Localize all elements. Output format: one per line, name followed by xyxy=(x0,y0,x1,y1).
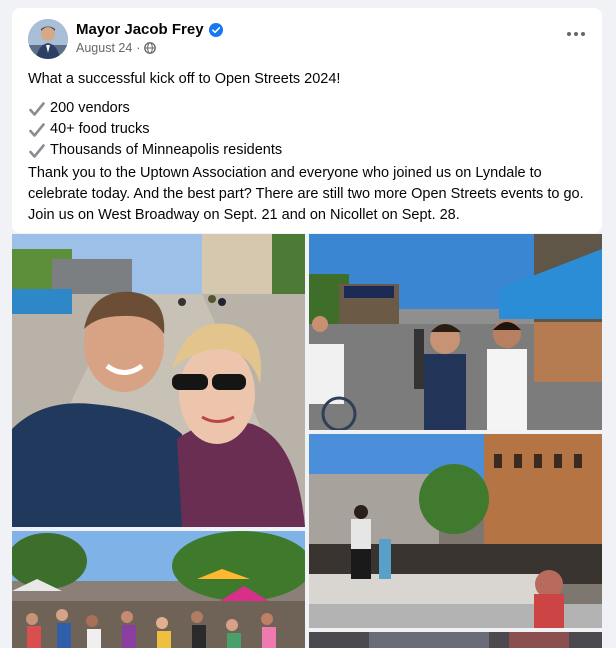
crowd-photo[interactable] xyxy=(12,531,305,648)
more-options-icon[interactable] xyxy=(564,26,588,42)
check-mark-icon xyxy=(29,143,45,158)
bullet-text: 40+ food trucks xyxy=(50,121,150,137)
stage-photo[interactable] xyxy=(309,434,602,628)
author-name[interactable]: Mayor Jacob Frey xyxy=(76,21,204,38)
tent-street-photo[interactable] xyxy=(309,234,602,430)
post-intro: What a successful kick off to Open Stree… xyxy=(28,71,341,87)
partial-photo[interactable] xyxy=(309,632,602,648)
meta-separator: · xyxy=(136,41,141,55)
post-text: What a successful kick off to Open Stree… xyxy=(28,69,588,226)
post-card: Mayor Jacob Frey August 24 · What a succ… xyxy=(12,8,602,233)
avatar[interactable] xyxy=(28,19,68,59)
bullet-text: 200 vendors xyxy=(50,100,130,116)
globe-icon[interactable] xyxy=(144,42,157,54)
bullet-item: Thousands of Minneapolis residents xyxy=(28,140,588,161)
post-body: Thank you to the Uptown Association and … xyxy=(28,165,584,223)
check-mark-icon xyxy=(29,122,45,137)
verified-badge-icon xyxy=(208,22,223,37)
bullet-item: 200 vendors xyxy=(28,98,588,119)
bullet-item: 40+ food trucks xyxy=(28,119,588,140)
check-mark-icon xyxy=(29,101,45,116)
bullet-text: Thousands of Minneapolis residents xyxy=(50,142,283,158)
post-date[interactable]: August 24 xyxy=(76,41,132,55)
selfie-photo[interactable] xyxy=(12,234,305,527)
photo-grid xyxy=(12,234,602,648)
